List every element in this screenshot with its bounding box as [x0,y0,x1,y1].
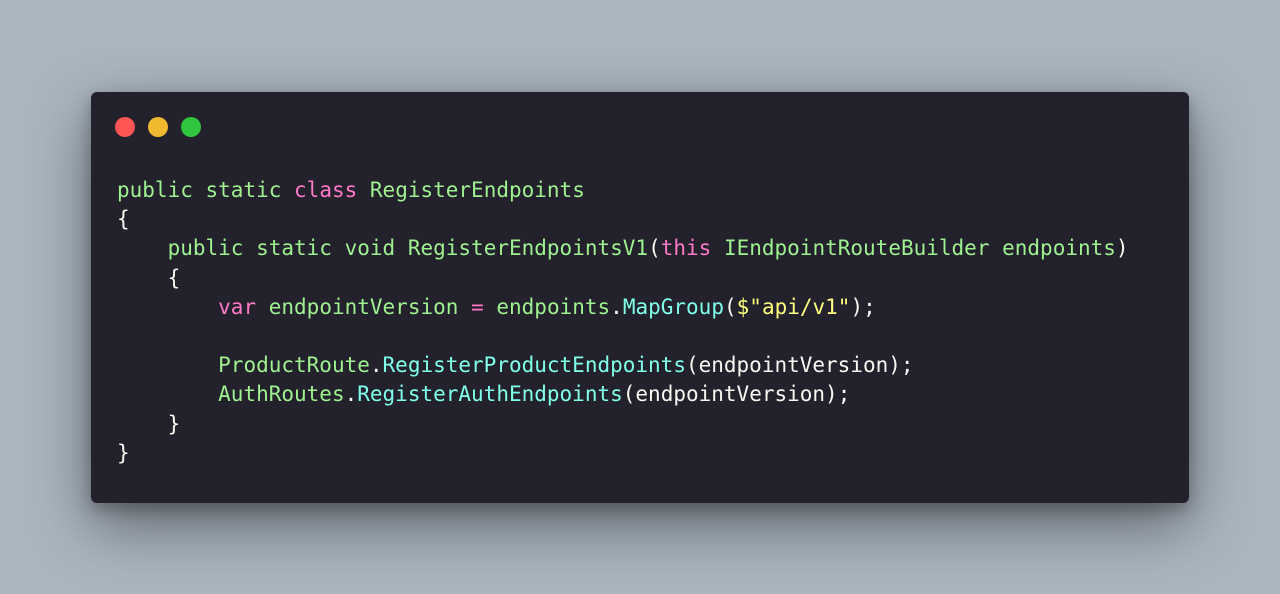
keyword: var [218,294,257,319]
method-call: RegisterProductEndpoints [382,353,686,378]
keyword: static [205,178,282,202]
dot: . [344,382,358,407]
method-call: MapGroup [622,294,724,319]
string-prefix: $" [736,294,762,319]
brace: { [167,265,181,290]
brace: } [167,411,181,436]
code-line-9: } [117,410,1129,439]
class-name: AuthRoutes [218,382,345,407]
minimize-dot-icon[interactable] [148,117,168,137]
code-line-2: { [117,205,1129,234]
string-literal: api/v1 [761,294,838,319]
code-window: public static class RegisterEndpoints{ p… [91,92,1189,503]
paren: ( [723,294,737,319]
paren: ); [850,294,876,319]
dot: . [610,294,623,319]
keyword: class [294,178,358,202]
arguments: (endpointVersion); [622,382,851,407]
keyword: this [660,236,712,261]
code-line-8: AuthRoutes.RegisterAuthEndpoints(endpoin… [117,380,1129,409]
code-line-5: var endpointVersion = endpoints.MapGroup… [117,293,1129,322]
keyword: public [117,178,193,202]
code-block: public static class RegisterEndpoints{ p… [117,176,1129,468]
class-name: RegisterEndpoints [369,178,585,202]
keyword: static [256,236,332,261]
brace: } [117,440,130,465]
code-line-7: ProductRoute.RegisterProductEndpoints(en… [117,351,1129,380]
code-line-3: public static void RegisterEndpointsV1(t… [117,234,1129,263]
variable-name: endpointVersion [268,294,459,319]
code-line-4: { [117,264,1129,293]
paren: ( [648,236,661,261]
keyword: void [344,236,396,261]
type-name: IEndpointRouteBuilder [723,236,990,261]
brace: { [117,207,130,232]
method-call: RegisterAuthEndpoints [357,382,623,407]
code-line-10: } [117,439,1129,468]
paren: ) [1115,236,1129,261]
dot: . [369,353,383,378]
operator: = [471,294,484,319]
keyword: public [167,236,244,261]
code-line-1: public static class RegisterEndpoints [117,176,1129,205]
arguments: (endpointVersion); [685,353,914,378]
method-name: RegisterEndpointsV1 [407,236,649,261]
identifier: endpoints [496,294,611,319]
class-name: ProductRoute [218,353,370,378]
window-controls [115,117,201,137]
parameter-name: endpoints [1002,236,1116,261]
maximize-dot-icon[interactable] [181,117,201,137]
close-dot-icon[interactable] [115,117,135,137]
string-quote: " [837,294,851,319]
